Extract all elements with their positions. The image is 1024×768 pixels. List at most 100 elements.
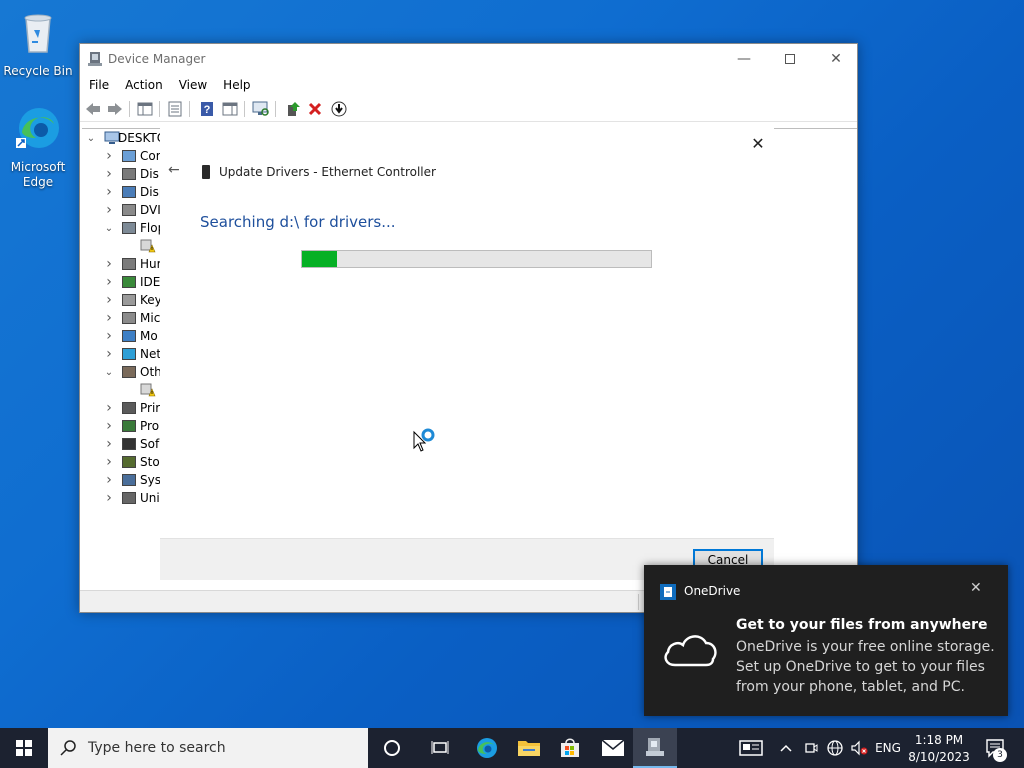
action-center-button[interactable]: 3 bbox=[978, 728, 1014, 768]
store-button[interactable] bbox=[548, 728, 592, 768]
taskbar: Type here to search ENG 1:18 PM 8/10/202… bbox=[0, 728, 1024, 768]
title-bar[interactable]: Device Manager — ✕ bbox=[80, 44, 857, 74]
properties-pane-button[interactable] bbox=[136, 100, 154, 118]
clock[interactable]: 1:18 PM 8/10/2023 bbox=[906, 730, 972, 766]
expand-icon[interactable]: › bbox=[104, 328, 114, 344]
desktop-icon-recycle-bin[interactable]: Recycle Bin bbox=[2, 8, 74, 79]
back-button[interactable] bbox=[84, 100, 102, 118]
mail-button[interactable] bbox=[591, 728, 635, 768]
device-manager-taskbar-button[interactable] bbox=[633, 728, 677, 768]
expand-icon[interactable]: › bbox=[104, 184, 114, 200]
expand-icon[interactable]: › bbox=[104, 400, 114, 416]
tree-category[interactable]: › Mic bbox=[104, 309, 160, 327]
tree-item-label: Hur bbox=[140, 257, 162, 271]
maximize-button[interactable] bbox=[767, 44, 813, 74]
tree-child-item[interactable] bbox=[140, 237, 160, 255]
expand-icon[interactable]: › bbox=[104, 418, 114, 434]
dialog-title: Update Drivers - Ethernet Controller bbox=[219, 165, 436, 179]
tree-category[interactable]: › Disp bbox=[104, 183, 166, 201]
device-category-icon bbox=[122, 492, 136, 504]
cortana-icon bbox=[384, 740, 400, 756]
input-language-button[interactable]: ENG bbox=[872, 728, 904, 768]
tree-category[interactable]: › Net bbox=[104, 345, 161, 363]
menu-view[interactable]: View bbox=[170, 74, 214, 93]
volume-button[interactable] bbox=[848, 728, 870, 768]
tree-category[interactable]: › IDE bbox=[104, 273, 160, 291]
desktop-icon-edge[interactable]: Microsoft Edge bbox=[2, 104, 74, 190]
list-view-button[interactable] bbox=[166, 100, 184, 118]
edge-taskbar-button[interactable] bbox=[465, 728, 509, 768]
tree-item-label: Key bbox=[140, 293, 162, 307]
menu-action[interactable]: Action bbox=[116, 74, 170, 93]
tree-category[interactable]: › Pro bbox=[104, 417, 159, 435]
close-button[interactable]: ✕ bbox=[813, 44, 859, 74]
tree-category[interactable]: › Mo bbox=[104, 327, 158, 345]
scan-hardware-button[interactable] bbox=[252, 100, 270, 118]
device-category-icon bbox=[122, 204, 136, 216]
minimize-button[interactable]: — bbox=[721, 44, 767, 74]
device-manager-app-icon bbox=[88, 52, 102, 66]
expand-icon[interactable]: › bbox=[104, 472, 114, 488]
onedrive-notification[interactable]: OneDrive ✕ Get to your files from anywhe… bbox=[644, 565, 1008, 716]
network-button[interactable] bbox=[824, 728, 846, 768]
device-category-icon bbox=[122, 348, 136, 360]
expand-icon[interactable]: › bbox=[104, 490, 114, 506]
expand-icon[interactable]: › bbox=[104, 292, 114, 308]
dialog-back-button[interactable]: ← bbox=[168, 162, 180, 178]
expand-icon[interactable]: › bbox=[104, 454, 114, 470]
tree-item-label: IDE bbox=[140, 275, 161, 289]
menu-help[interactable]: Help bbox=[214, 74, 257, 93]
expand-icon[interactable]: › bbox=[104, 148, 114, 164]
help-button[interactable]: ? bbox=[198, 100, 216, 118]
expand-icon[interactable]: › bbox=[104, 202, 114, 218]
expand-icon[interactable]: › bbox=[104, 274, 114, 290]
tree-category[interactable]: › Disl bbox=[104, 165, 162, 183]
show-hidden-icons-button[interactable] bbox=[776, 728, 796, 768]
file-explorer-button[interactable] bbox=[507, 728, 551, 768]
tree-category[interactable]: › Sys bbox=[104, 471, 161, 489]
tree-category[interactable]: › Uni bbox=[104, 489, 160, 507]
uninstall-button[interactable] bbox=[306, 100, 324, 118]
expand-icon[interactable]: › bbox=[104, 346, 114, 362]
menu-file[interactable]: File bbox=[80, 74, 116, 93]
tree-category[interactable]: › Cor bbox=[104, 147, 160, 165]
tree-category[interactable]: › Sof bbox=[104, 435, 159, 453]
toast-close-button[interactable]: ✕ bbox=[970, 580, 982, 596]
update-driver-button[interactable] bbox=[284, 100, 302, 118]
tree-category[interactable]: › Hur bbox=[104, 255, 162, 273]
start-button[interactable] bbox=[0, 728, 48, 768]
toast-app-name: OneDrive bbox=[684, 584, 741, 598]
device-category-icon bbox=[122, 330, 136, 342]
collapse-icon[interactable]: ⌄ bbox=[104, 367, 114, 378]
list-view-icon bbox=[168, 101, 182, 117]
tree-child-item[interactable] bbox=[140, 381, 160, 399]
device-category-icon bbox=[122, 474, 136, 486]
expand-icon[interactable]: › bbox=[104, 436, 114, 452]
forward-icon bbox=[108, 103, 122, 115]
expand-icon[interactable]: › bbox=[104, 310, 114, 326]
news-widget-button[interactable] bbox=[734, 728, 768, 768]
download-icon bbox=[331, 101, 347, 117]
device-category-icon bbox=[122, 168, 136, 180]
download-button[interactable] bbox=[330, 100, 348, 118]
meet-now-button[interactable] bbox=[800, 728, 822, 768]
network-globe-icon bbox=[827, 740, 843, 756]
action-pane-button[interactable] bbox=[221, 100, 239, 118]
taskbar-search-box[interactable]: Type here to search bbox=[48, 728, 368, 768]
tree-category[interactable]: › DVI bbox=[104, 201, 161, 219]
forward-button[interactable] bbox=[106, 100, 124, 118]
task-view-button[interactable] bbox=[418, 728, 462, 768]
tree-category[interactable]: › Sto bbox=[104, 453, 159, 471]
cortana-button[interactable] bbox=[370, 728, 414, 768]
tree-category[interactable]: ⌄ Flop bbox=[104, 219, 165, 237]
tree-root[interactable]: ⌄ DESKTO bbox=[86, 129, 166, 147]
collapse-icon[interactable]: ⌄ bbox=[104, 223, 114, 234]
tree-category[interactable]: ⌄ Oth bbox=[104, 363, 162, 381]
tree-category[interactable]: › Prir bbox=[104, 399, 160, 417]
expand-icon[interactable]: › bbox=[104, 166, 114, 182]
expand-icon[interactable]: › bbox=[104, 256, 114, 272]
tree-category[interactable]: › Key bbox=[104, 291, 162, 309]
dialog-close-button[interactable]: ✕ bbox=[746, 132, 770, 154]
search-placeholder: Type here to search bbox=[88, 740, 226, 756]
properties-pane-icon bbox=[137, 102, 153, 116]
